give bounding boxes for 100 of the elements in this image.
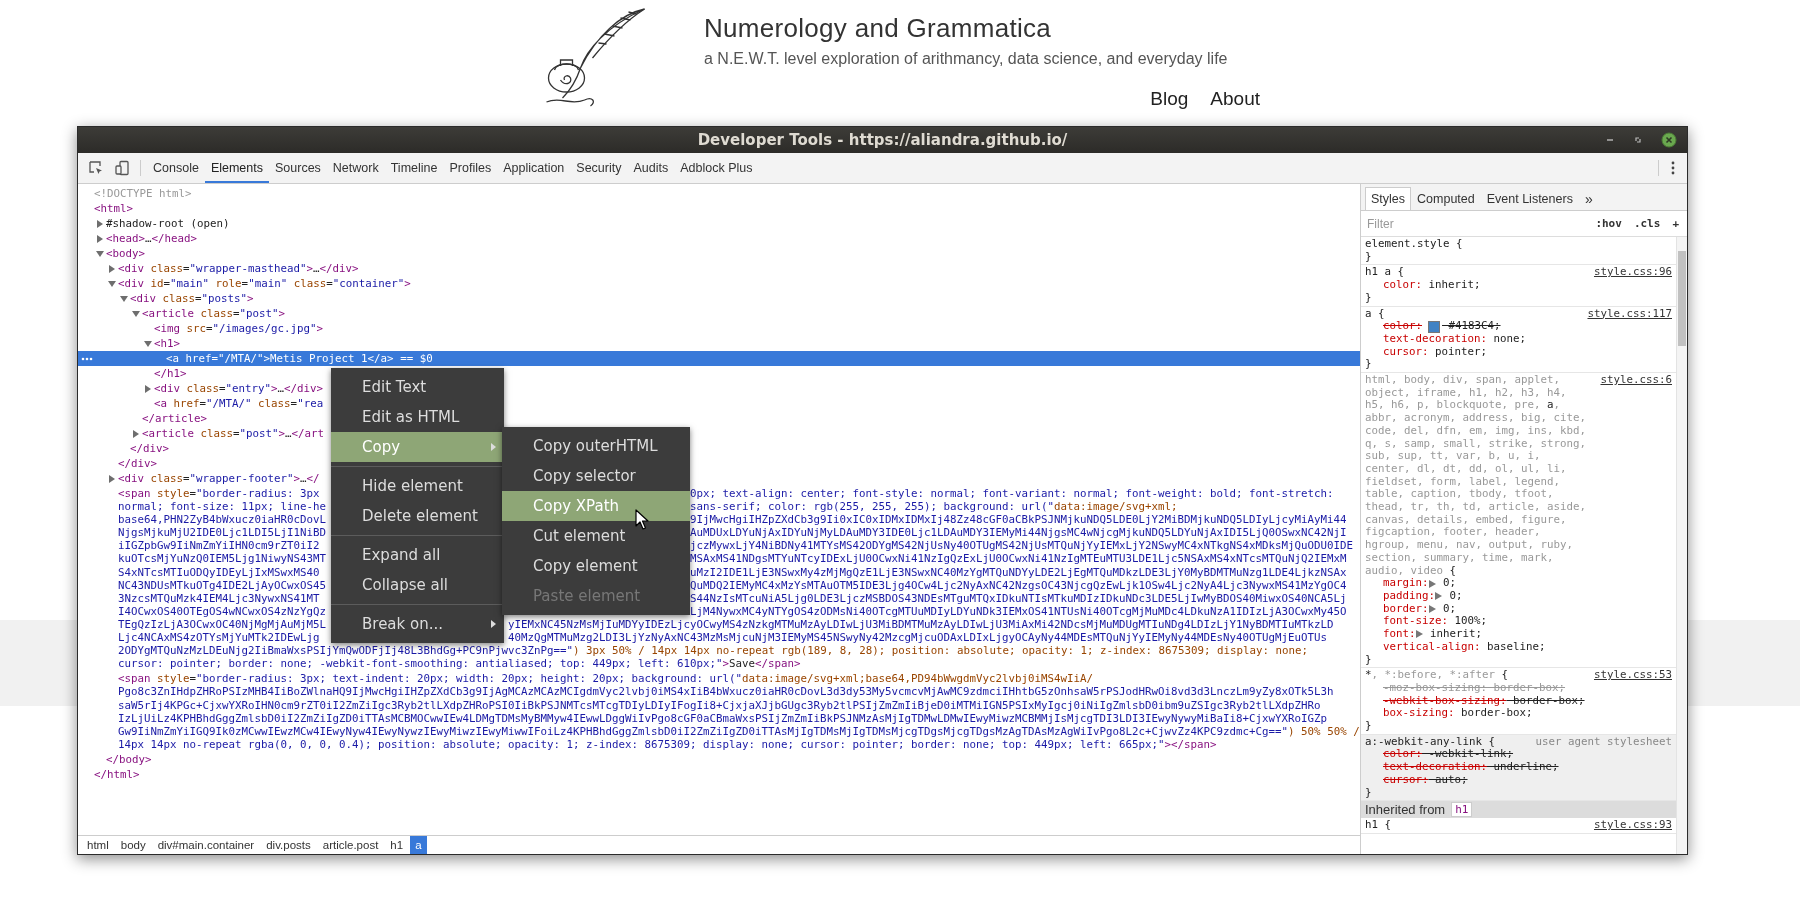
css-property-value[interactable]: none; <box>1487 332 1527 346</box>
css-property-value[interactable]: border-box; <box>1506 694 1585 708</box>
css-property-name[interactable]: color: <box>1383 320 1422 333</box>
source-link[interactable]: style.css:96 <box>1594 266 1672 280</box>
html-tag-line[interactable]: <div id="main" role="main" class="container"> <box>118 276 411 291</box>
source-link[interactable]: style.css:117 <box>1587 307 1672 321</box>
css-property-name[interactable]: text-decoration: <box>1383 332 1487 346</box>
expand-triangle-icon[interactable] <box>108 264 116 273</box>
panel-tab[interactable]: Audits <box>627 155 675 183</box>
html-tag-line[interactable]: </article> <box>142 411 207 426</box>
html-tag-line[interactable]: </html> <box>94 766 140 782</box>
html-tag-line[interactable]: <h1> <box>154 336 180 351</box>
submenu-item[interactable]: Copy outerHTML <box>502 431 690 461</box>
source-link[interactable]: style.css:93 <box>1594 819 1672 832</box>
panel-tab[interactable]: Security <box>570 155 628 183</box>
html-tag-line[interactable]: <article class="post">…</art <box>142 426 325 441</box>
html-tag-line[interactable]: </div> <box>118 456 157 471</box>
css-property-name[interactable]: text-decoration: <box>1383 761 1487 774</box>
css-property-name[interactable]: font-size: <box>1383 615 1448 629</box>
html-tag-line[interactable]: </h1> <box>154 366 187 381</box>
breadcrumb-item[interactable]: h1 <box>385 836 409 854</box>
sidebar-tab[interactable]: Styles <box>1365 187 1412 210</box>
context-menu-item[interactable]: Expand all <box>331 540 504 570</box>
inspect-element-icon[interactable] <box>88 160 104 176</box>
tag-badge[interactable]: h1 <box>1451 802 1473 818</box>
html-tag-line[interactable]: <div class="wrapper-footer">…</ <box>118 471 320 486</box>
sidebar-tab[interactable]: Computed <box>1411 187 1481 210</box>
css-property-value[interactable]: baseline; <box>1480 640 1546 654</box>
html-tag-line[interactable]: <div class="entry">…</div> <box>154 381 324 396</box>
submenu-item[interactable]: Copy selector <box>502 461 690 491</box>
html-tag-line[interactable]: </div> <box>130 441 169 456</box>
css-property-value[interactable]: border-box; <box>1454 707 1533 720</box>
html-tag-line[interactable]: <head>…</head> <box>106 231 198 246</box>
device-mode-icon[interactable] <box>114 160 130 176</box>
nav-link[interactable]: Blog <box>1150 88 1189 110</box>
expand-triangle-icon[interactable] <box>96 219 104 228</box>
source-link[interactable]: style.css:6 <box>1600 374 1672 387</box>
expand-triangle-icon[interactable] <box>108 474 116 483</box>
expand-triangle-icon[interactable] <box>144 384 152 393</box>
css-property-name[interactable]: vertical-align: <box>1383 640 1481 654</box>
expand-triangle-icon[interactable] <box>96 249 104 258</box>
breadcrumb-item[interactable]: body <box>115 836 151 854</box>
panel-tab[interactable]: Profiles <box>443 155 498 183</box>
scrollbar[interactable] <box>1676 237 1687 854</box>
breadcrumb-item[interactable]: html <box>82 836 114 854</box>
css-property-value[interactable]: #4183C4; <box>1442 320 1501 333</box>
panel-tab[interactable]: Elements <box>204 155 269 183</box>
breadcrumb-item[interactable]: div.posts <box>261 836 316 854</box>
context-menu-item[interactable]: Edit Text <box>331 372 504 402</box>
html-tag-line[interactable]: <html> <box>94 201 133 216</box>
restore-icon[interactable] <box>1633 135 1643 145</box>
panel-tab[interactable]: Network <box>326 155 385 183</box>
css-property-name[interactable]: cursor: <box>1383 345 1429 359</box>
close-icon[interactable] <box>1661 132 1677 148</box>
html-tag-line[interactable]: <article class="post"> <box>142 306 286 321</box>
html-tag-line[interactable]: </body> <box>106 751 152 767</box>
css-property-value[interactable]: inherit; <box>1422 279 1481 292</box>
breadcrumb-item[interactable]: a <box>410 836 427 854</box>
style-toolbar-button[interactable]: :hov <box>1591 217 1626 230</box>
source-link[interactable]: style.css:53 <box>1594 669 1672 682</box>
expand-triangle-icon[interactable] <box>120 294 128 303</box>
style-toolbar-button[interactable]: + <box>1668 217 1683 230</box>
sidebar-tab[interactable]: Event Listeners <box>1480 187 1579 210</box>
submenu-item[interactable]: Cut element <box>502 521 690 551</box>
panel-tab[interactable]: Adblock Plus <box>674 155 759 183</box>
ellipsis-icon[interactable] <box>81 357 93 361</box>
css-property-name[interactable]: padding: <box>1383 590 1435 603</box>
expand-triangle-icon[interactable] <box>132 309 140 318</box>
css-property-name[interactable]: -webkit-box-sizing: <box>1383 694 1507 708</box>
css-property-value[interactable]: 0; <box>1443 590 1463 603</box>
css-property-value[interactable]: underline; <box>1487 761 1559 774</box>
expand-triangle-icon[interactable] <box>132 429 140 438</box>
panel-tab[interactable]: Sources <box>269 155 327 183</box>
panel-tab[interactable]: Console <box>147 155 205 183</box>
expand-triangle-icon[interactable] <box>1428 605 1436 614</box>
panel-tab[interactable]: Timeline <box>384 155 444 183</box>
css-property-value[interactable]: 0; <box>1436 602 1457 616</box>
expand-triangle-icon[interactable] <box>108 279 116 288</box>
css-property-name[interactable]: margin: <box>1383 577 1429 590</box>
html-tag-line[interactable]: <div class="posts"> <box>130 291 254 306</box>
html-tag-line[interactable]: #shadow-root (open) <box>106 216 230 231</box>
css-property-name[interactable]: color: <box>1383 279 1422 292</box>
css-property-name[interactable]: border: <box>1383 602 1429 616</box>
expand-triangle-icon[interactable] <box>1415 630 1423 639</box>
expand-triangle-icon[interactable] <box>96 234 104 243</box>
css-property-value[interactable]: -webkit-link; <box>1422 748 1514 762</box>
breadcrumb-item[interactable]: div#main.container <box>152 836 260 854</box>
html-tag-line[interactable]: <a href="/MTA/" class="rea <box>154 396 324 411</box>
context-menu-item[interactable]: Collapse all <box>331 570 504 600</box>
more-tabs-button[interactable]: » <box>1578 187 1599 210</box>
expand-triangle-icon[interactable] <box>144 339 152 348</box>
context-menu-item[interactable]: Break on... <box>331 609 504 639</box>
context-menu-item[interactable]: Edit as HTML <box>331 402 504 432</box>
context-menu-item[interactable]: Delete element <box>331 501 504 531</box>
color-swatch[interactable] <box>1428 320 1440 333</box>
submenu-item[interactable]: Copy element <box>502 551 690 581</box>
html-tag-line[interactable]: <img src="/images/gc.jpg"> <box>154 321 324 336</box>
css-property-name[interactable]: font: <box>1383 628 1416 641</box>
css-property-name[interactable]: color: <box>1383 748 1422 762</box>
breadcrumb-item[interactable]: article.post <box>317 836 384 854</box>
